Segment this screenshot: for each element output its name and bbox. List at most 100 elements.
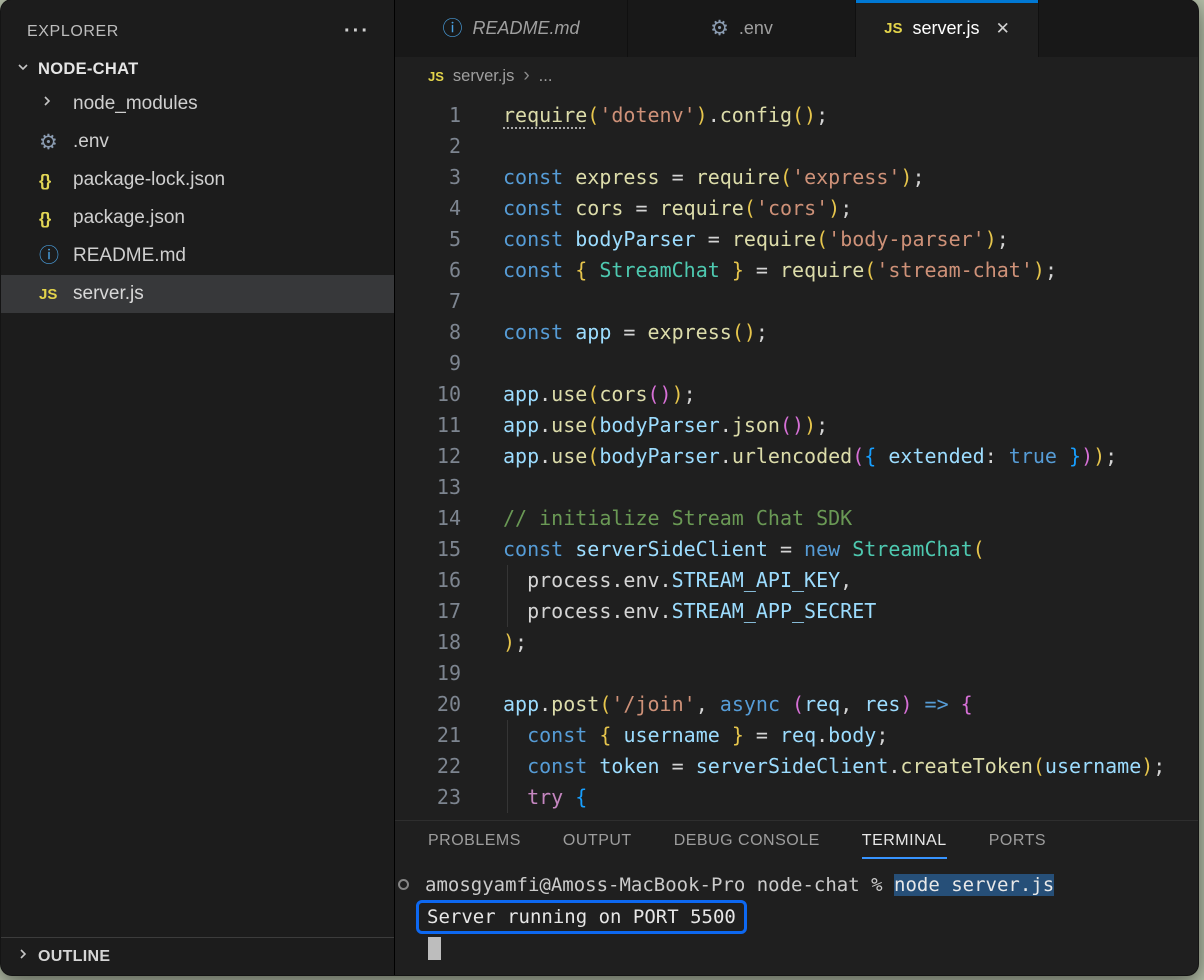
code-text: app.use(bodyParser.json()); xyxy=(503,410,828,441)
tab-readme-md[interactable]: ⓘREADME.md xyxy=(395,0,628,57)
code-line[interactable]: 7 xyxy=(395,286,1198,317)
code-text: const cors = require('cors'); xyxy=(503,193,852,224)
code-line[interactable]: 14// initialize Stream Chat SDK xyxy=(395,503,1198,534)
file-item-package-lock-json[interactable]: {} package-lock.json xyxy=(1,161,394,199)
panel-tab-bar: PROBLEMS OUTPUT DEBUG CONSOLE TERMINAL PORTS xyxy=(395,821,1198,865)
line-number: 5 xyxy=(395,224,461,255)
code-text: require('dotenv').config(); xyxy=(503,100,828,131)
line-number: 16 xyxy=(395,565,461,596)
terminal-prompt-line: amosgyamfi@Amoss-MacBook-Pro node-chat %… xyxy=(425,871,1198,899)
panel-tab-problems[interactable]: PROBLEMS xyxy=(428,832,521,859)
tab--env[interactable]: ⚙.env xyxy=(628,0,856,57)
json-icon: {} xyxy=(39,172,50,189)
code-text: process.env.STREAM_API_KEY, xyxy=(503,565,852,596)
code-text: const { StreamChat } = require('stream-c… xyxy=(503,255,1057,286)
line-number: 11 xyxy=(395,410,461,441)
js-file-icon: JS xyxy=(428,70,444,83)
code-line[interactable]: 15const serverSideClient = new StreamCha… xyxy=(395,534,1198,565)
code-line[interactable]: 19 xyxy=(395,658,1198,689)
code-line[interactable]: 13 xyxy=(395,472,1198,503)
code-line[interactable]: 23 try { xyxy=(395,782,1198,813)
terminal-output-line: Server running on PORT 5500 xyxy=(425,899,1198,935)
line-number: 18 xyxy=(395,627,461,658)
code-line[interactable]: 18); xyxy=(395,627,1198,658)
panel-tab-ports[interactable]: PORTS xyxy=(989,832,1046,859)
line-number: 1 xyxy=(395,100,461,131)
line-number: 8 xyxy=(395,317,461,348)
file-item-label: server.js xyxy=(73,283,144,305)
tab-label: README.md xyxy=(472,18,579,39)
chevron-right-icon xyxy=(15,946,31,967)
breadcrumb[interactable]: JS server.js › ... xyxy=(395,57,1198,95)
code-line[interactable]: 1 require('dotenv').config(); xyxy=(395,100,1198,131)
tab-bar: ⓘREADME.md⚙.env JS server.js ✕ xyxy=(395,0,1198,57)
file-item--env[interactable]: ⚙.env xyxy=(1,123,394,161)
line-number: 2 xyxy=(395,131,461,162)
code-text: app.use(cors()); xyxy=(503,379,696,410)
annotation-box: Server running on PORT 5500 xyxy=(416,900,747,934)
file-list: node_modules ⚙.env {} package-lock.json {}pa… xyxy=(1,85,394,313)
breadcrumb-more: ... xyxy=(539,67,553,86)
chevron-right-icon xyxy=(39,93,55,115)
line-number: 9 xyxy=(395,348,461,379)
close-icon[interactable]: ✕ xyxy=(996,19,1010,39)
tab-label: server.js xyxy=(913,18,980,39)
panel-tab-debug-console[interactable]: DEBUG CONSOLE xyxy=(674,832,820,859)
explorer-header: EXPLORER ··· xyxy=(1,0,394,53)
line-number: 19 xyxy=(395,658,461,689)
terminal-cursor xyxy=(428,937,441,960)
line-number: 7 xyxy=(395,286,461,317)
code-line[interactable]: 17 process.env.STREAM_APP_SECRET xyxy=(395,596,1198,627)
code-text: const token = serverSideClient.createTok… xyxy=(503,751,1165,782)
code-line[interactable]: 9 xyxy=(395,348,1198,379)
code-line[interactable]: 22 const token = serverSideClient.create… xyxy=(395,751,1198,782)
code-editor[interactable]: 1 require('dotenv').config(); 23const expr… xyxy=(395,95,1198,820)
code-line[interactable]: 5const bodyParser = require('body-parser… xyxy=(395,224,1198,255)
code-line[interactable]: 10 app.use(cors()); xyxy=(395,379,1198,410)
editor-group: ⓘREADME.md⚙.env JS server.js ✕ JS server.js… xyxy=(395,0,1198,975)
line-number: 10 xyxy=(395,379,461,410)
file-item-server-js[interactable]: JSserver.js xyxy=(1,275,394,313)
panel-tab-terminal[interactable]: TERMINAL xyxy=(862,832,947,859)
file-icon-slot: ⚙ xyxy=(39,132,73,153)
terminal-cursor-line xyxy=(425,935,1198,961)
code-line[interactable]: 12app.use(bodyParser.urlencoded({ extend… xyxy=(395,441,1198,472)
chevron-down-icon xyxy=(15,59,31,80)
file-item-package-json[interactable]: {}package.json xyxy=(1,199,394,237)
file-item-label: package-lock.json xyxy=(73,169,225,191)
code-line[interactable]: 6 const { StreamChat } = require('stream-… xyxy=(395,255,1198,286)
terminal-prompt: amosgyamfi@Amoss-MacBook-Pro node-chat % xyxy=(425,874,894,896)
file-icon-slot: JS xyxy=(39,287,73,302)
code-line[interactable]: 8const app = express(); xyxy=(395,317,1198,348)
line-number: 4 xyxy=(395,193,461,224)
code-text: app.use(bodyParser.urlencoded({ extended… xyxy=(503,441,1117,472)
code-line[interactable]: 11 app.use(bodyParser.json()); xyxy=(395,410,1198,441)
code-text: const { username } = req.body; xyxy=(503,720,888,751)
gear-icon: ⚙ xyxy=(39,132,58,153)
code-line[interactable]: 2 xyxy=(395,131,1198,162)
file-item-label: README.md xyxy=(73,245,186,267)
outline-label: OUTLINE xyxy=(38,948,110,966)
file-item-label: node_modules xyxy=(73,93,198,115)
file-icon-slot xyxy=(39,93,73,115)
code-line[interactable]: 20app.post('/join', async (req, res) => … xyxy=(395,689,1198,720)
code-line[interactable]: 21 const { username } = req.body; xyxy=(395,720,1198,751)
outline-section-header[interactable]: OUTLINE xyxy=(1,937,394,975)
file-item-node-modules[interactable]: node_modules xyxy=(1,85,394,123)
root-folder-label: NODE-CHAT xyxy=(38,60,138,79)
terminal[interactable]: amosgyamfi@Amoss-MacBook-Pro node-chat %… xyxy=(395,865,1198,975)
line-number: 6 xyxy=(395,255,461,286)
file-item-readme-md[interactable]: ⓘREADME.md xyxy=(1,237,394,275)
gear-icon: ⚙ xyxy=(710,18,729,39)
tab-server-js[interactable]: JS server.js ✕ xyxy=(856,0,1039,57)
line-number: 17 xyxy=(395,596,461,627)
explorer-actions-ellipsis-icon[interactable]: ··· xyxy=(344,20,370,43)
js-file-icon: JS xyxy=(884,21,902,36)
line-number: 3 xyxy=(395,162,461,193)
code-line[interactable]: 4 const cors = require('cors'); xyxy=(395,193,1198,224)
folder-root-node-chat[interactable]: NODE-CHAT xyxy=(1,53,394,85)
line-number: 21 xyxy=(395,720,461,751)
code-line[interactable]: 16 process.env.STREAM_API_KEY, xyxy=(395,565,1198,596)
code-line[interactable]: 3const express = require('express'); xyxy=(395,162,1198,193)
panel-tab-output[interactable]: OUTPUT xyxy=(563,832,632,859)
